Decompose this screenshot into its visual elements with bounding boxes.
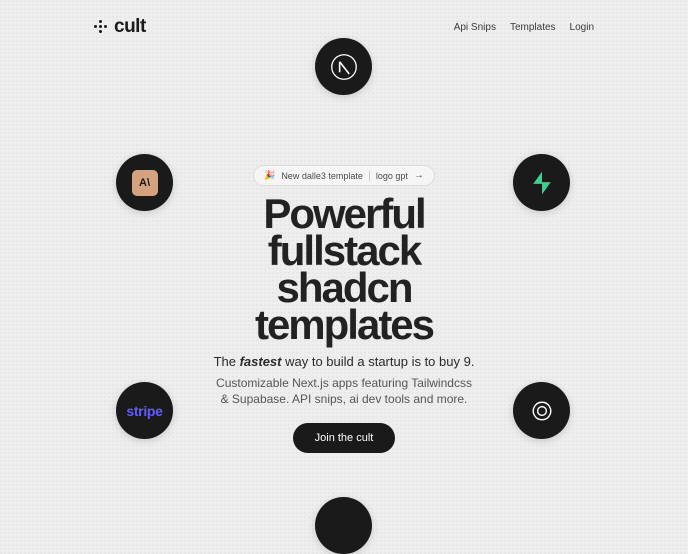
nextjs-icon bbox=[330, 53, 358, 81]
brand-name: cult bbox=[114, 16, 146, 38]
pill-emoji-icon: 🎉 bbox=[264, 170, 275, 181]
pill-text-b: logo gpt bbox=[376, 171, 408, 181]
pill-text-a: New dalle3 template bbox=[281, 171, 363, 181]
nav-login[interactable]: Login bbox=[570, 22, 594, 33]
nav-api-snips[interactable]: Api Snips bbox=[454, 22, 496, 33]
orb-openai bbox=[513, 382, 570, 439]
pill-divider bbox=[369, 171, 370, 181]
orb-nextjs bbox=[315, 38, 372, 95]
supabase-icon bbox=[528, 169, 556, 197]
openai-icon bbox=[528, 397, 556, 425]
orb-supabase bbox=[513, 154, 570, 211]
hero-headline: Powerful fullstack shadcn templates bbox=[255, 196, 433, 344]
brand-logo[interactable]: cult bbox=[94, 16, 146, 38]
hero-subheading: The fastest way to build a startup is to… bbox=[214, 354, 475, 369]
orb-stripe: stripe bbox=[116, 382, 173, 439]
announcement-pill[interactable]: 🎉 New dalle3 template logo gpt → bbox=[253, 165, 435, 186]
anthropic-icon: A\ bbox=[132, 170, 158, 196]
orb-bottom bbox=[315, 497, 372, 554]
hero-description: Customizable Next.js apps featuring Tail… bbox=[214, 375, 474, 407]
stripe-icon: stripe bbox=[126, 403, 162, 419]
brand-mark-icon bbox=[94, 20, 108, 34]
arrow-right-icon: → bbox=[414, 170, 424, 181]
orb-anthropic: A\ bbox=[116, 154, 173, 211]
join-cult-button[interactable]: Join the cult bbox=[293, 423, 396, 453]
nav-templates[interactable]: Templates bbox=[510, 22, 556, 33]
primary-nav: Api Snips Templates Login bbox=[454, 22, 594, 33]
